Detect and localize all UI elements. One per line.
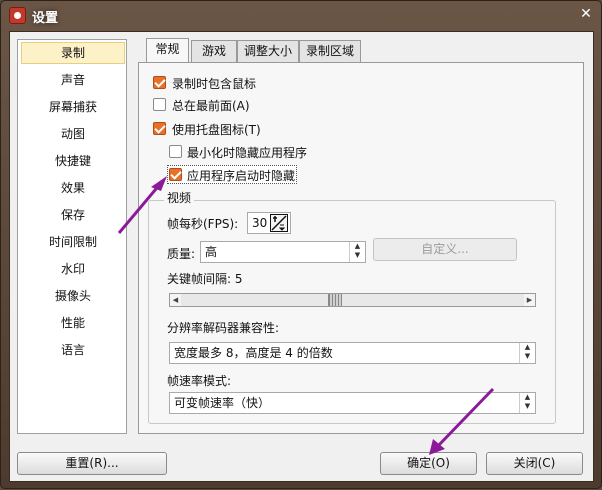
video-group-title: 视频 xyxy=(164,189,195,206)
quality-value: 高 xyxy=(205,245,218,259)
sidebar-item-performance[interactable]: 性能 xyxy=(21,312,125,334)
reset-button[interactable]: 重置(R)... xyxy=(17,452,167,475)
framerate-mode-select[interactable]: 可变帧速率（快） ▲ ▼ xyxy=(169,392,536,414)
keyframe-label: 关键帧间隔: 5 xyxy=(167,272,243,286)
slider-thumb[interactable] xyxy=(328,294,342,306)
fps-stepper[interactable]: 30 xyxy=(247,212,291,234)
slider-left-arrow-icon[interactable]: ◀ xyxy=(170,294,181,306)
quality-label: 质量: xyxy=(167,247,196,261)
keyframe-slider[interactable]: ◀ ▶ xyxy=(169,293,536,307)
sidebar-item-sound[interactable]: 声音 xyxy=(21,69,125,91)
resolution-dropdown-arrows-icon[interactable]: ▲ ▼ xyxy=(519,343,535,363)
sidebar-item-language[interactable]: 语言 xyxy=(21,339,125,361)
fps-label: 帧每秒(FPS): xyxy=(167,217,239,231)
include-cursor-label: 录制时包含鼠标 xyxy=(172,77,257,91)
close-button[interactable]: 关闭(C) xyxy=(486,452,583,475)
sidebar-item-hotkeys[interactable]: 快捷键 xyxy=(21,150,125,172)
tab-general[interactable]: 常规 xyxy=(146,38,189,62)
resolution-compat-select[interactable]: 宽度最多 8，高度是 4 的倍数 ▲ ▼ xyxy=(169,342,536,364)
always-on-top-checkbox[interactable] xyxy=(153,98,166,111)
sidebar-item-watermark[interactable]: 水印 xyxy=(21,258,125,280)
hide-on-startup-checkbox[interactable] xyxy=(169,168,182,181)
sidebar-item-screen-capture[interactable]: 屏幕捕获 xyxy=(21,96,125,118)
sidebar-item-save[interactable]: 保存 xyxy=(21,204,125,226)
window-close-icon[interactable]: ✕ xyxy=(576,5,596,23)
include-cursor-checkbox[interactable] xyxy=(153,76,166,89)
sidebar-item-time-limit[interactable]: 时间限制 xyxy=(21,231,125,253)
tray-icon-label: 使用托盘图标(T) xyxy=(172,123,261,137)
tab-record-area[interactable]: 录制区域 xyxy=(299,40,361,62)
hide-on-minimize-label: 最小化时隐藏应用程序 xyxy=(187,146,308,160)
settings-window: 设置 ✕ 录制 声音 屏幕捕获 动图 快捷键 效果 保存 时间限制 水印 摄像头… xyxy=(0,0,602,489)
tray-icon-checkbox[interactable] xyxy=(153,122,166,135)
fps-spin-icon[interactable] xyxy=(270,214,288,232)
app-logo-icon xyxy=(9,7,26,24)
custom-quality-button[interactable]: 自定义... xyxy=(373,238,517,261)
resolution-compat-value: 宽度最多 8，高度是 4 的倍数 xyxy=(174,346,333,360)
tab-games[interactable]: 游戏 xyxy=(191,40,237,62)
sidebar-item-animation[interactable]: 动图 xyxy=(21,123,125,145)
framerate-dropdown-arrows-icon[interactable]: ▲ ▼ xyxy=(519,393,535,413)
framerate-mode-label: 帧速率模式: xyxy=(167,374,232,388)
sidebar-item-webcam[interactable]: 摄像头 xyxy=(21,285,125,307)
tab-resize[interactable]: 调整大小 xyxy=(237,40,299,62)
slider-right-arrow-icon[interactable]: ▶ xyxy=(524,294,535,306)
quality-dropdown-arrows-icon[interactable]: ▲ ▼ xyxy=(349,242,365,262)
quality-select[interactable]: 高 ▲ ▼ xyxy=(200,241,366,263)
framerate-mode-value: 可变帧速率（快） xyxy=(174,396,271,410)
title-bar: 设置 ✕ xyxy=(1,1,601,31)
fps-value: 30 xyxy=(252,216,268,230)
window-title: 设置 xyxy=(32,11,59,26)
always-on-top-label: 总在最前面(A) xyxy=(172,99,250,113)
hide-on-startup-label: 应用程序启动时隐藏 xyxy=(187,169,296,183)
ok-button[interactable]: 确定(O) xyxy=(380,452,477,475)
video-groupbox xyxy=(148,200,556,424)
resolution-compat-label: 分辨率解码器兼容性: xyxy=(167,321,280,335)
hide-on-minimize-checkbox[interactable] xyxy=(169,145,182,158)
sidebar-item-record[interactable]: 录制 xyxy=(21,42,125,64)
sidebar-item-effects[interactable]: 效果 xyxy=(21,177,125,199)
category-list: 录制 声音 屏幕捕获 动图 快捷键 效果 保存 时间限制 水印 摄像头 性能 语… xyxy=(17,39,127,434)
